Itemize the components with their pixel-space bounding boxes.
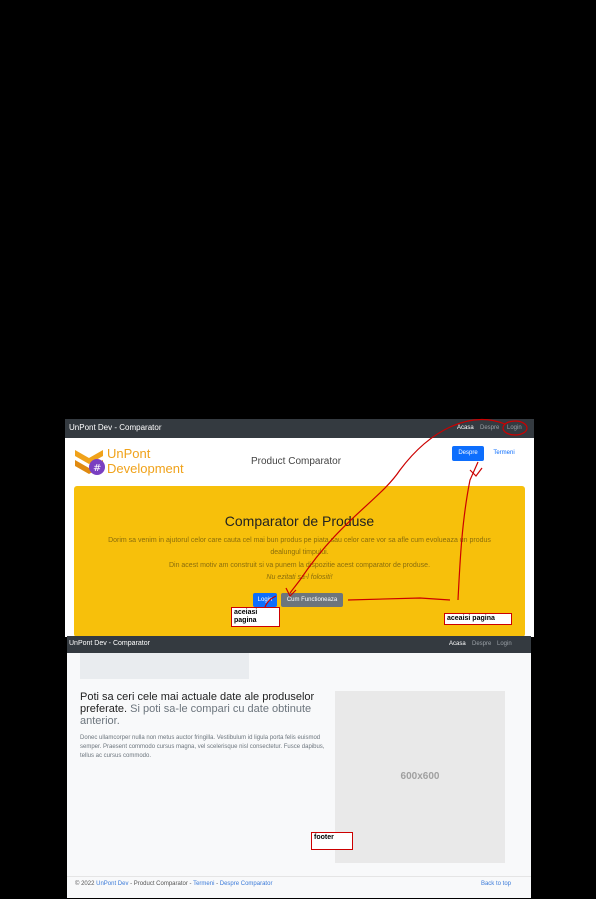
image-placeholder-strip bbox=[80, 653, 249, 679]
footer-termeni-link[interactable]: Termeni bbox=[193, 881, 214, 887]
navbar-brand[interactable]: UnPont Dev - Comparator bbox=[69, 640, 150, 647]
nav-link-acasa[interactable]: Acasa bbox=[449, 641, 466, 647]
footer-text: © 2022 UnPont Dev - Product Comparator -… bbox=[75, 881, 272, 887]
footer-dash: - bbox=[216, 881, 219, 887]
nav-link-despre[interactable]: Despre bbox=[472, 641, 491, 647]
bottom-navbar: UnPont Dev - Comparator Acasa Despre Log… bbox=[67, 636, 531, 653]
annotation-label-footer: footer bbox=[311, 832, 353, 850]
feature-heading: Poti sa ceri cele mai actuale date ale p… bbox=[80, 691, 330, 727]
footer-despre-link[interactable]: Despre Comparator bbox=[220, 881, 273, 887]
footer-copyright: © 2022 bbox=[75, 881, 95, 887]
annotation-label-aceaisi-pagina: aceaisi pagina bbox=[444, 613, 512, 625]
footer-product-comparator: - Product Comparator - bbox=[130, 881, 192, 887]
feature-paragraph: Donec ullamcorper nulla non metus auctor… bbox=[80, 735, 325, 759]
footer-unpont-link[interactable]: UnPont Dev bbox=[96, 881, 128, 887]
homepage-bottom-screenshot: UnPont Dev - Comparator Acasa Despre Log… bbox=[67, 636, 531, 898]
annotation-label-aceiasi-pagina: aceiasi pagina bbox=[231, 607, 280, 627]
feature-image-placeholder: 600x600 bbox=[335, 691, 505, 863]
nav-link-login[interactable]: Login bbox=[497, 641, 512, 647]
placeholder-label: 600x600 bbox=[400, 771, 440, 782]
back-to-top-link[interactable]: Back to top bbox=[481, 881, 511, 887]
page-footer: © 2022 UnPont Dev - Product Comparator -… bbox=[67, 876, 531, 898]
